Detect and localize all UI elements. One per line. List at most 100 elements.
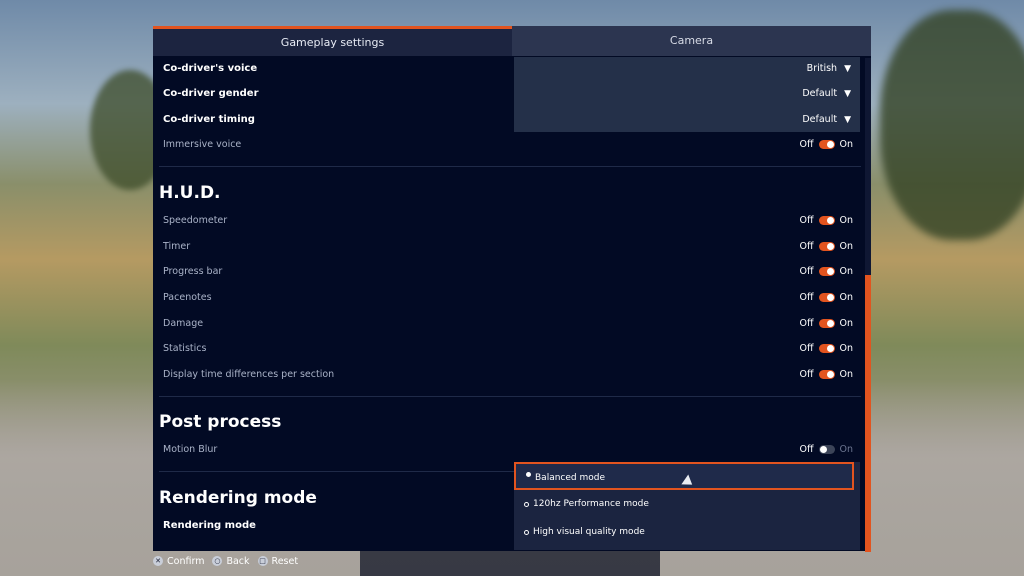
section-divider [159,396,861,397]
co-driver-timing-label: Co-driver timing [163,114,255,125]
toggle-knob [826,141,834,148]
background-tree-right [880,10,1024,240]
toggle-on-label: On [839,266,854,277]
toggle-on-label: On [839,241,854,252]
hud-damage-toggle[interactable] [818,319,835,328]
radio-unselected-icon [524,530,529,535]
toggle-off-label: Off [799,139,814,150]
hud-speedometer-toggle[interactable] [818,216,835,225]
toggle-off-label: Off [799,241,814,252]
toggle-knob [826,320,834,327]
hud-row-statistics: Statistics Off On [163,339,859,359]
back-label: Back [226,555,250,567]
settings-tabs: Gameplay settings Camera [153,26,871,56]
hud-timer-toggle[interactable] [818,242,835,251]
toggle-on-label: On [839,369,854,380]
cross-button-icon: ✕ [153,556,163,566]
toggle-on-label: On [839,444,854,455]
toggle-off-label: Off [799,343,814,354]
co-driver-gender-label: Co-driver gender [163,88,259,99]
co-driver-gender-value: Default [802,88,838,99]
circle-button-icon: ○ [212,556,223,566]
co-driver-gender-row[interactable]: Co-driver gender Default ▼ [163,84,859,104]
hud-row-timer: Timer Off On [163,237,859,257]
section-divider [159,471,514,472]
hud-time-differences-toggle[interactable] [818,370,835,379]
motion-blur-row: Motion Blur Off On [163,440,859,460]
hud-row-time-differences: Display time differences per section Off… [163,365,859,385]
hud-row-progress-bar: Progress bar Off On [163,262,859,282]
immersive-voice-row: Immersive voice Off On [163,135,859,155]
hud-progress-bar-label: Progress bar [163,266,223,277]
immersive-voice-label: Immersive voice [163,139,242,150]
immersive-voice-toggle-group[interactable]: Off On [799,139,853,150]
post-process-section-title: Post process [159,412,282,432]
hud-timer-label: Timer [163,241,191,252]
co-driver-voice-row[interactable]: Co-driver's voice British ▼ [163,59,859,79]
hud-statistics-toggle[interactable] [818,344,835,353]
hud-progress-bar-toggle[interactable] [818,267,835,276]
hud-statistics-label: Statistics [163,343,207,354]
toggle-off-label: Off [799,292,814,303]
confirm-label: Confirm [167,555,205,567]
footer-button-hints: ✕ Confirm ○ Back □ Reset [153,553,306,569]
radio-selected-icon [526,472,531,477]
section-divider [159,166,861,167]
rendering-option-performance[interactable]: 120hz Performance mode [514,494,860,518]
toggle-off-label: Off [799,266,814,277]
rendering-option-label: High visual quality mode [533,527,645,537]
motion-blur-toggle[interactable] [818,445,835,454]
confirm-button[interactable]: ✕ Confirm [153,556,204,567]
co-driver-timing-value: Default [802,114,838,125]
toggle-knob [819,446,827,453]
toggle-knob [826,345,834,352]
hud-row-pacenotes: Pacenotes Off On [163,288,859,308]
rendering-option-high-quality[interactable]: High visual quality mode [514,522,860,546]
co-driver-gender-select[interactable]: Default ▼ [802,88,851,99]
toggle-knob [826,294,834,301]
hud-speedometer-label: Speedometer [163,215,228,226]
background-car [360,548,660,576]
back-button[interactable]: ○ Back [212,555,250,567]
hud-section-title: H.U.D. [159,183,221,203]
toggle-off-label: Off [799,369,814,380]
co-driver-voice-select[interactable]: British ▼ [807,63,851,74]
hud-damage-label: Damage [163,318,204,329]
co-driver-timing-select[interactable]: Default ▼ [802,114,851,125]
rendering-mode-label: Rendering mode [163,520,256,531]
hud-progress-bar-toggle-group[interactable]: Off On [799,266,853,277]
radio-unselected-icon [524,502,529,507]
chevron-down-icon: ▼ [844,64,851,74]
hud-time-differences-label: Display time differences per section [163,369,335,380]
toggle-knob [826,268,834,275]
co-driver-timing-row[interactable]: Co-driver timing Default ▼ [163,110,859,130]
motion-blur-toggle-group[interactable]: Off On [799,444,853,455]
co-driver-voice-value: British [806,63,838,74]
toggle-on-label: On [839,139,854,150]
immersive-voice-toggle[interactable] [818,140,835,149]
scrollbar-thumb[interactable] [865,275,871,552]
square-button-icon: □ [257,556,268,566]
toggle-on-label: On [839,292,854,303]
hud-time-differences-toggle-group[interactable]: Off On [799,369,853,380]
reset-label: Reset [271,555,299,567]
toggle-on-label: On [839,318,854,329]
toggle-knob [826,217,834,224]
hud-pacenotes-toggle[interactable] [818,293,835,302]
hud-damage-toggle-group[interactable]: Off On [799,318,853,329]
rendering-option-label: 120hz Performance mode [533,499,649,509]
tab-gameplay-settings[interactable]: Gameplay settings [153,26,512,56]
toggle-on-label: On [839,343,854,354]
hud-speedometer-toggle-group[interactable]: Off On [799,215,853,226]
reset-button[interactable]: □ Reset [257,555,299,567]
hud-row-damage: Damage Off On [163,314,859,334]
hud-statistics-toggle-group[interactable]: Off On [799,343,853,354]
co-driver-voice-label: Co-driver's voice [163,63,258,74]
hud-timer-toggle-group[interactable]: Off On [799,241,853,252]
hud-pacenotes-toggle-group[interactable]: Off On [799,292,853,303]
toggle-knob [826,371,834,378]
tab-camera[interactable]: Camera [512,26,871,56]
chevron-down-icon: ▼ [844,115,851,125]
hud-pacenotes-label: Pacenotes [163,292,212,303]
toggle-off-label: Off [799,318,814,329]
